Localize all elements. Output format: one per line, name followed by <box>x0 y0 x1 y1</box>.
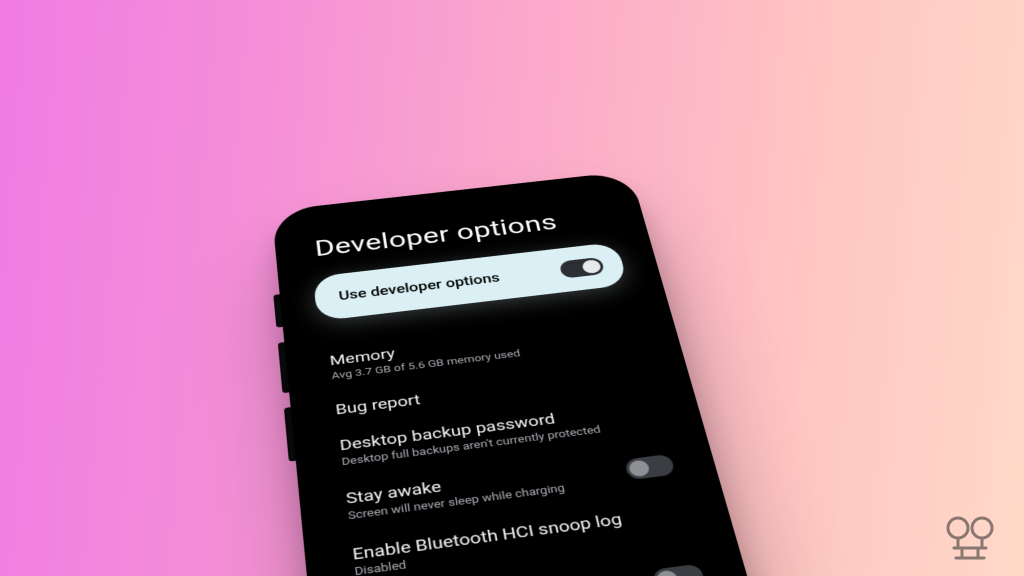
row-subtitle: Disabled <box>354 530 628 576</box>
stay-awake-toggle[interactable] <box>624 454 676 481</box>
watermark-robot-icon <box>940 514 1000 562</box>
phone-screen: Developer options Use developer options … <box>285 181 817 576</box>
toggle-knob-icon <box>655 569 680 576</box>
use-developer-options-toggle[interactable] <box>559 257 606 279</box>
row-title: Bug report <box>335 390 422 418</box>
phone-mockup: Developer options Use developer options … <box>272 171 837 576</box>
phone-side-button-icon <box>284 407 296 461</box>
stage: Developer options Use developer options … <box>0 0 1024 576</box>
phone-side-button-icon <box>278 342 289 393</box>
toggle-knob-icon <box>628 460 651 478</box>
phone-side-button-icon <box>273 294 283 327</box>
use-developer-options-label: Use developer options <box>338 270 501 303</box>
toggle-knob-icon <box>581 259 602 274</box>
row-oem-unlocking[interactable]: OEM unlocking Allow the bootloader to be… <box>349 545 715 576</box>
row-bluetooth-hci-snoop-log[interactable]: Enable Bluetooth HCI snoop log Disabled <box>342 490 699 576</box>
row-title: Enable Bluetooth HCI snoop log <box>351 509 623 564</box>
oem-unlocking-toggle[interactable] <box>651 563 705 576</box>
